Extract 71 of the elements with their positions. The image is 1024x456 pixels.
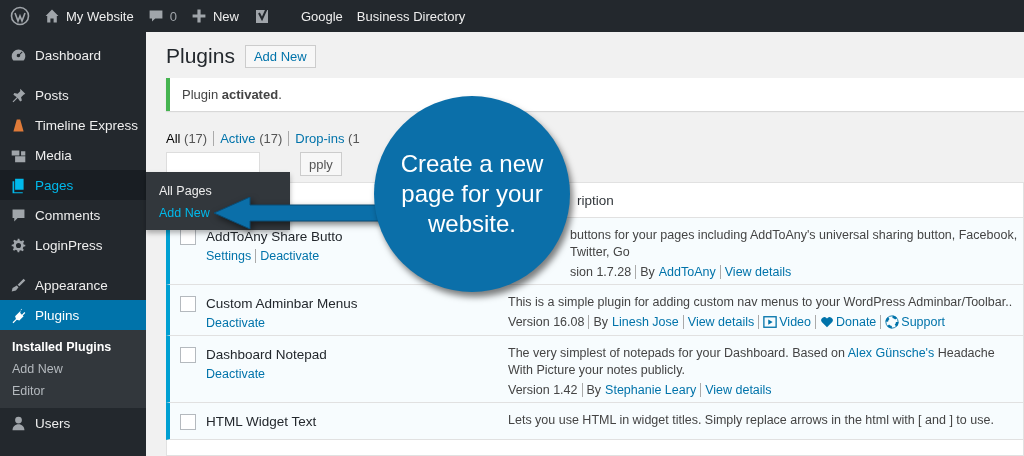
filter-link[interactable]: Drop-ins (1 <box>288 131 366 146</box>
plugin-meta-text: Version 1.42 <box>508 382 579 397</box>
toolbar-link[interactable]: Google <box>300 8 343 24</box>
comment-icon <box>147 8 164 24</box>
filter-link[interactable]: All (17) <box>166 131 214 146</box>
sidebar-item[interactable]: Users <box>0 408 146 438</box>
donate-link[interactable]: Donate <box>836 314 881 329</box>
plugin-description: The very simplest of notepads for your Dashboard. Based on Alex Günsche's Headache With Picture your notes publicly. <box>508 344 996 379</box>
flyout-item[interactable]: Add New <box>159 206 210 220</box>
plug-icon <box>10 306 27 324</box>
lifebuoy-icon <box>880 314 900 329</box>
column-header: ription <box>577 192 614 208</box>
plugin-name: Dashboard Notepad <box>206 346 327 362</box>
plugin-meta-text: Version 16.08 <box>508 314 586 329</box>
video-icon <box>758 314 778 329</box>
submenu-item[interactable]: Add New <box>0 358 146 380</box>
page-title: Plugins <box>166 44 235 68</box>
meta-link[interactable]: Stephanie Leary <box>605 382 701 397</box>
meta-link[interactable]: Linesh Jose <box>612 314 683 329</box>
action-link[interactable]: Deactivate <box>255 249 324 263</box>
plugin-name: AddToAny Share Butto <box>206 229 343 244</box>
settings-icon <box>10 236 27 254</box>
plugin-name: HTML Widget Text <box>206 413 317 429</box>
submenu-item[interactable]: Installed Plugins <box>0 336 146 358</box>
sidebar-item[interactable]: Appearance <box>0 270 146 300</box>
action-link[interactable]: Deactivate <box>206 366 270 381</box>
sidebar-item[interactable]: Dashboard <box>0 40 146 70</box>
sidebar-item[interactable]: Posts <box>0 80 146 110</box>
apply-button[interactable]: pply <box>300 152 342 176</box>
meta-link[interactable]: View details <box>719 264 796 279</box>
pin-icon <box>10 86 27 104</box>
video-link[interactable]: Video <box>779 314 815 329</box>
plugin-meta-text: By <box>588 314 613 329</box>
plugin-name: Custom Adminbar Menus <box>206 295 358 311</box>
plus-icon <box>190 8 207 24</box>
action-link[interactable]: Deactivate <box>206 315 270 330</box>
sidebar-item[interactable]: LoginPress <box>0 230 146 260</box>
comments-link[interactable]: 0 <box>147 8 177 24</box>
meta-link[interactable]: View details <box>682 314 759 329</box>
add-new-button[interactable]: Add New <box>244 44 316 68</box>
filter-link[interactable]: Active (17) <box>213 131 289 146</box>
row-checkbox[interactable] <box>180 295 196 312</box>
meta-link[interactable]: AddToAny <box>658 264 720 279</box>
flyout-item[interactable]: All Pages <box>159 184 212 198</box>
plugin-meta-text: By <box>635 264 659 279</box>
sidebar-item[interactable]: Pages <box>0 170 146 200</box>
toolbar-link[interactable]: Business Directory <box>356 8 466 24</box>
new-link[interactable]: New <box>190 8 239 24</box>
support-link[interactable]: Support <box>901 314 950 329</box>
plugin-meta-text: By <box>581 382 606 397</box>
logo-icon[interactable] <box>10 6 30 26</box>
brush-icon <box>10 276 27 294</box>
sidebar-item[interactable]: Timeline Express <box>0 110 146 140</box>
sidebar-item[interactable]: Comments <box>0 200 146 230</box>
success-notice: Plugin activated. <box>166 78 1024 111</box>
meta-link[interactable]: View details <box>700 382 776 397</box>
user-icon <box>10 414 27 432</box>
author-link[interactable]: Alex Günsche's <box>847 345 935 360</box>
heart-icon <box>815 314 834 329</box>
plugin-meta-text: sion 1.7.28 <box>570 264 633 279</box>
pages-icon <box>10 176 27 194</box>
sidebar-item[interactable]: Plugins <box>0 300 146 330</box>
plugin-description: Lets you use HTML in widget titles. Simply replace arrows in the html with [ and ] to use. <box>508 411 995 429</box>
submenu-item[interactable]: Editor <box>0 380 146 402</box>
row-checkbox[interactable] <box>180 413 196 430</box>
action-link[interactable]: Settings <box>206 249 256 263</box>
home-icon <box>44 8 60 24</box>
plugin-description: This is a simple plugin for adding custom nav menus to your WordPress Adminbar/Toolbar.. <box>508 293 1014 311</box>
row-checkbox[interactable] <box>180 346 196 363</box>
site-link[interactable]: My Website <box>44 8 134 24</box>
sidebar-item[interactable]: Media <box>0 140 146 170</box>
